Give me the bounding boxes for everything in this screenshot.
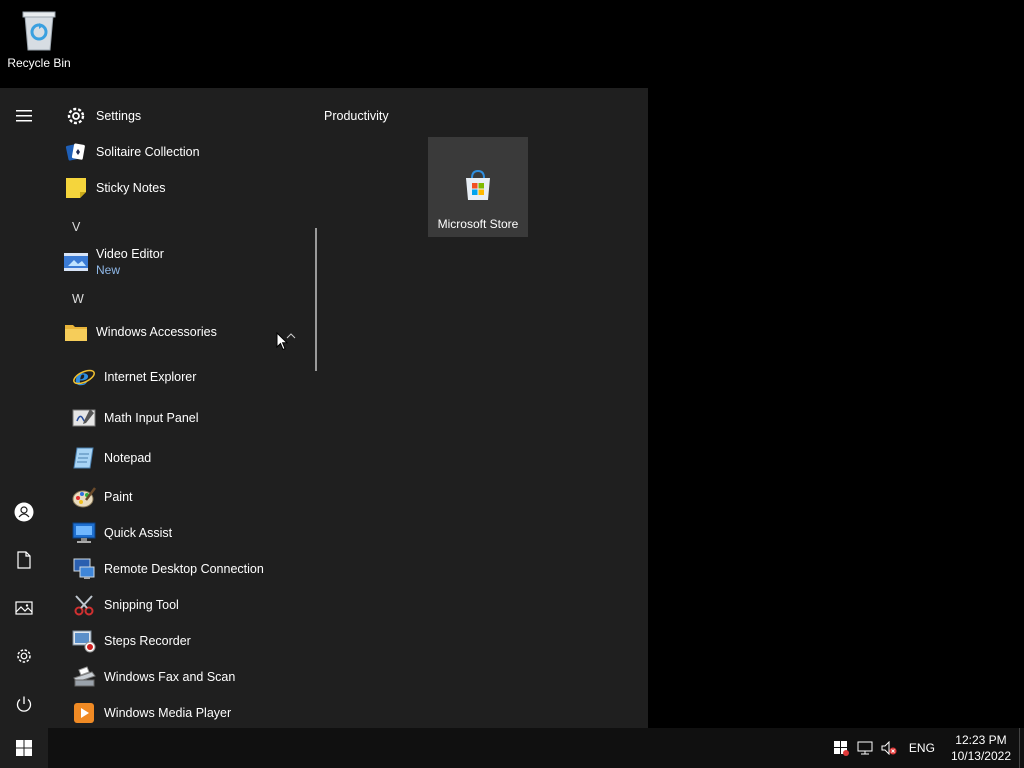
recycle-bin-label: Recycle Bin	[7, 56, 71, 70]
network-tray-button[interactable]	[853, 728, 877, 768]
app-windows-media-player[interactable]: Windows Media Player	[72, 697, 231, 728]
app-video-editor[interactable]: Video Editor New	[64, 244, 164, 280]
quick-assist-icon	[72, 521, 96, 545]
expand-menu-button[interactable]	[0, 96, 48, 136]
snipping-tool-icon	[72, 593, 96, 617]
pictures-icon	[15, 601, 33, 615]
app-paint[interactable]: Paint	[72, 481, 133, 513]
volume-muted-icon	[881, 741, 897, 755]
tile-group-title[interactable]: Productivity	[324, 109, 389, 123]
tile-label: Microsoft Store	[437, 217, 519, 231]
steps-recorder-icon	[72, 629, 96, 653]
windows-logo-icon	[16, 740, 32, 756]
security-shield-tray-button[interactable]	[829, 728, 853, 768]
app-snipping-tool[interactable]: Snipping Tool	[72, 589, 179, 621]
notepad-icon	[72, 446, 96, 470]
sticky-notes-icon	[64, 176, 88, 200]
mouse-cursor-icon	[276, 332, 288, 351]
section-letter-v[interactable]: V	[72, 220, 80, 234]
system-tray: ENG 12:23 PM 10/13/2022	[829, 728, 1024, 768]
paint-palette-icon	[72, 485, 96, 509]
video-editor-icon	[64, 250, 88, 274]
show-desktop-button[interactable]	[1019, 728, 1024, 768]
internet-explorer-icon: e	[72, 365, 96, 389]
media-player-icon	[72, 701, 96, 725]
new-badge: New	[96, 263, 121, 277]
user-icon	[14, 502, 34, 522]
gear-icon	[64, 104, 88, 128]
taskbar: ENG 12:23 PM 10/13/2022	[0, 728, 1024, 768]
pictures-button[interactable]	[0, 588, 48, 628]
windows-security-icon	[833, 741, 849, 756]
app-steps-recorder[interactable]: Steps Recorder	[72, 625, 191, 657]
fax-scan-icon	[72, 665, 96, 689]
user-account-button[interactable]	[0, 492, 48, 532]
clock-date: 10/13/2022	[950, 749, 1011, 763]
app-internet-explorer[interactable]: e Internet Explorer	[72, 361, 196, 393]
app-remote-desktop-connection[interactable]: Remote Desktop Connection	[72, 553, 264, 585]
solitaire-cards-icon	[64, 140, 88, 164]
section-letter-w[interactable]: W	[72, 292, 84, 306]
tile-microsoft-store[interactable]: Microsoft Store	[428, 137, 528, 237]
microsoft-store-icon	[466, 169, 490, 200]
settings-button[interactable]	[0, 636, 48, 676]
app-settings[interactable]: Settings	[64, 100, 141, 132]
remote-desktop-icon	[72, 557, 96, 581]
svg-text:e: e	[75, 365, 89, 389]
tiles-area: Productivity Microsoft Store	[324, 88, 648, 728]
clock-time: 12:23 PM	[955, 733, 1007, 747]
app-solitaire-collection[interactable]: Solitaire Collection	[64, 136, 200, 168]
start-rail	[0, 88, 48, 728]
start-menu: Settings Solitaire Collection Sticky Not…	[0, 88, 648, 728]
app-math-input-panel[interactable]: Math Input Panel	[72, 402, 199, 434]
settings-icon	[17, 649, 31, 663]
video-editor-label: Video Editor	[96, 247, 164, 261]
clock[interactable]: 12:23 PM 10/13/2022	[943, 732, 1019, 764]
hamburger-icon	[16, 110, 32, 122]
power-icon	[16, 696, 32, 712]
app-notepad[interactable]: Notepad	[72, 442, 151, 474]
power-button[interactable]	[0, 684, 48, 724]
network-icon	[857, 741, 873, 755]
documents-icon	[17, 551, 31, 569]
app-windows-fax-and-scan[interactable]: Windows Fax and Scan	[72, 661, 235, 693]
app-list: Settings Solitaire Collection Sticky Not…	[48, 88, 318, 728]
folder-icon	[64, 320, 88, 344]
desktop-icon-recycle-bin[interactable]: Recycle Bin	[4, 8, 74, 70]
math-input-icon	[72, 406, 96, 430]
app-sticky-notes[interactable]: Sticky Notes	[64, 172, 165, 204]
documents-button[interactable]	[0, 540, 48, 580]
folder-windows-accessories[interactable]: Windows Accessories	[64, 316, 217, 348]
app-quick-assist[interactable]: Quick Assist	[72, 517, 172, 549]
volume-tray-button[interactable]	[877, 728, 901, 768]
language-indicator[interactable]: ENG	[901, 741, 943, 755]
recycle-bin-icon	[22, 11, 56, 51]
app-list-scrollbar[interactable]	[315, 228, 317, 371]
start-button[interactable]	[0, 728, 48, 768]
